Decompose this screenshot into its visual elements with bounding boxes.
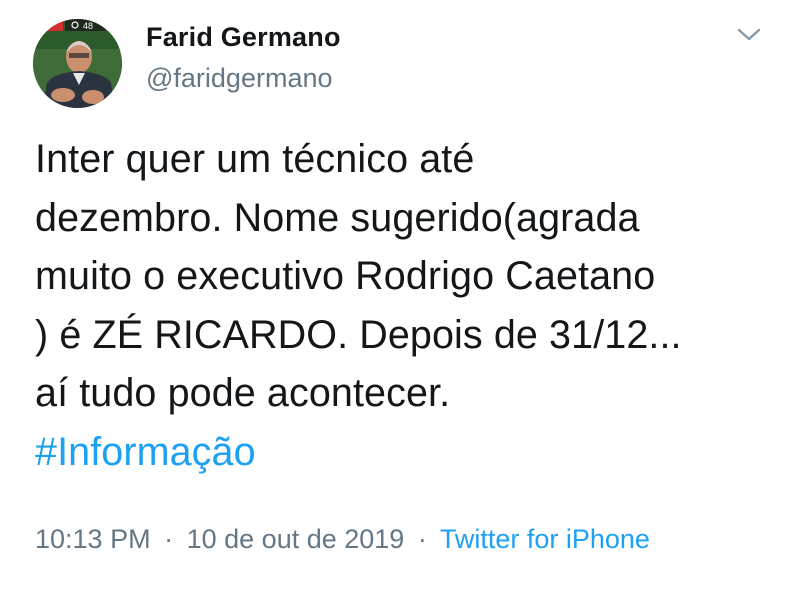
meta-separator: ·	[164, 524, 174, 554]
avatar-photo: ivo 48	[33, 19, 122, 108]
tweet-text-line: dezembro. Nome sugerido(agrada	[35, 195, 640, 240]
tweet-menu-button[interactable]	[734, 24, 764, 46]
tweet-meta: 10:13 PM · 10 de out de 2019 · Twitter f…	[35, 524, 650, 555]
hashtag-link[interactable]: #Informação	[35, 430, 256, 474]
tweet-text-line: aí tudo pode acontecer.	[35, 371, 451, 415]
tweet-card: ivo 48 Farid Germano @faridgermano Inter…	[0, 0, 800, 591]
tweet-text-line: Inter quer um técnico até	[35, 137, 475, 181]
avatar-view-count: 48	[83, 21, 93, 31]
avatar[interactable]: ivo 48	[33, 19, 122, 108]
author-handle[interactable]: @faridgermano	[146, 63, 333, 94]
tweet-text-line: muito o executivo Rodrigo Caetano	[35, 254, 656, 298]
meta-separator: ·	[417, 524, 427, 554]
avatar-live-badge: ivo	[36, 21, 48, 31]
author-display-name[interactable]: Farid Germano	[146, 22, 341, 53]
tweet-text: Inter quer um técnico até dezembro. Nome…	[35, 130, 775, 481]
tweet-text-line: ) é ZÉ RICARDO. Depois de 31/12...	[35, 312, 682, 357]
tweet-source-link[interactable]: Twitter for iPhone	[440, 524, 650, 554]
chevron-down-icon	[737, 28, 761, 41]
tweet-time[interactable]: 10:13 PM	[35, 524, 151, 554]
tweet-date[interactable]: 10 de out de 2019	[187, 524, 405, 554]
